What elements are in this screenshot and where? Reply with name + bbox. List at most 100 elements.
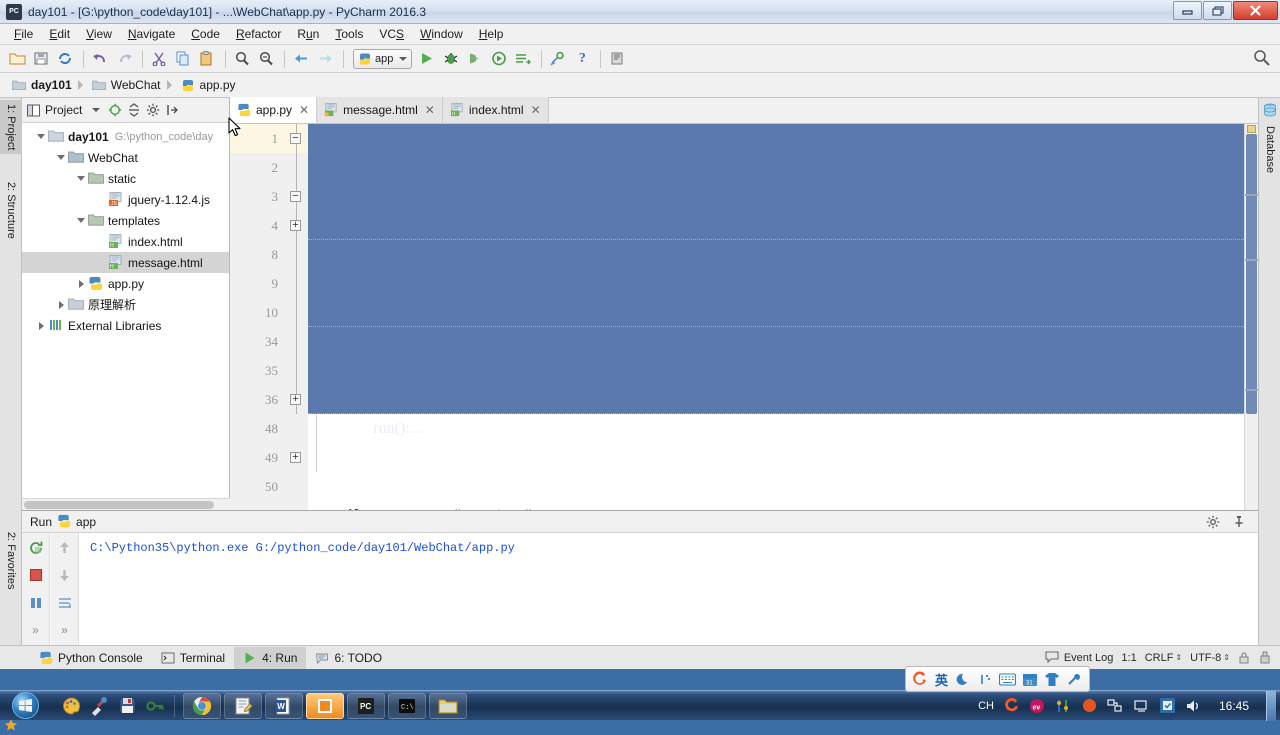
coverage-icon[interactable] — [464, 48, 486, 70]
twisty-collapsed[interactable] — [54, 294, 68, 315]
breadcrumb-item-day101[interactable]: day101 — [8, 75, 76, 96]
editor-gutter[interactable]: 1 2 3 4 8 9 10 34 35 36 48 49 50 − − + +… — [230, 124, 308, 510]
save-icon[interactable] — [116, 695, 138, 717]
file-encoding[interactable]: UTF-8 ⇕ — [1190, 652, 1230, 664]
code-text-area[interactable]: import tornado.web import tornado.ioloop… — [308, 124, 1258, 510]
ime-mode-label[interactable]: 英 — [933, 671, 950, 688]
hide-panel-icon[interactable] — [163, 101, 181, 119]
redo-icon[interactable] — [113, 48, 135, 70]
soft-wrap-icon[interactable] — [54, 592, 76, 614]
undo-icon[interactable] — [89, 48, 111, 70]
windows-start-icon[interactable] — [2, 691, 48, 721]
gear-icon[interactable] — [1202, 511, 1224, 533]
collapse-all-icon[interactable] — [125, 101, 143, 119]
settings-icon[interactable] — [547, 48, 569, 70]
forward-icon[interactable] — [314, 48, 336, 70]
tab-message-html[interactable]: message.html ✕ — [317, 97, 443, 123]
hector-icon[interactable] — [1258, 651, 1272, 665]
tab-python-console[interactable]: Python Console — [30, 647, 152, 669]
code-line[interactable]: users = set() — [308, 269, 1258, 321]
menu-window[interactable]: Window — [412, 25, 471, 43]
tab-terminal[interactable]: Terminal — [152, 647, 234, 669]
tab-index-html[interactable]: H index.html ✕ — [442, 97, 549, 123]
debug-icon[interactable] — [440, 48, 462, 70]
close-icon[interactable]: ✕ — [531, 104, 541, 116]
explorer-taskbutton[interactable] — [429, 692, 467, 719]
notepad-taskbutton[interactable] — [224, 692, 262, 719]
code-line[interactable]: import tornado.websocket — [308, 182, 1258, 234]
monitor-icon[interactable] — [1133, 697, 1150, 714]
twisty-expanded[interactable] — [74, 168, 88, 189]
scrollbar-thumb[interactable] — [24, 501, 214, 509]
pycharm2-taskbutton[interactable]: PC — [347, 692, 385, 719]
keyboard-icon[interactable] — [999, 671, 1016, 688]
project-horizontal-scrollbar[interactable] — [22, 498, 230, 510]
vcs-update-icon[interactable] — [606, 48, 628, 70]
code-line[interactable]: class ChatHandler(tornado.websocket.WebS… — [308, 298, 1258, 350]
code-line[interactable]: class IndexHandler(tornado.web.RequestHa… — [308, 211, 1258, 263]
twisty-expanded[interactable] — [54, 147, 68, 168]
sogou-icon[interactable] — [1003, 697, 1020, 714]
menu-navigate[interactable]: Navigate — [120, 25, 183, 43]
twisty-collapsed[interactable] — [74, 273, 88, 294]
code-line[interactable] — [308, 356, 1258, 385]
skin-icon[interactable] — [1043, 671, 1060, 688]
word-taskbutton[interactable]: W — [265, 692, 303, 719]
sogou-logo-icon[interactable] — [911, 671, 928, 688]
tab-run[interactable]: 4: Run — [234, 646, 307, 669]
rerun-icon[interactable] — [25, 537, 47, 559]
replace-icon[interactable] — [255, 48, 277, 70]
menu-file[interactable]: File — [6, 25, 41, 43]
project-tree[interactable]: day101 G:\python_code\day WebChat static — [22, 123, 229, 498]
tool-icon[interactable] — [1055, 697, 1072, 714]
warning-marker[interactable] — [1247, 125, 1256, 133]
sidebar-item-favorites[interactable]: 2: Favorites — [0, 528, 22, 593]
code-line[interactable]: def run():... — [308, 385, 1258, 437]
minimize-button[interactable] — [1173, 1, 1202, 20]
sidebar-item-database[interactable]: Database — [1259, 122, 1280, 177]
code-line[interactable] — [308, 443, 1258, 472]
code-line[interactable] — [308, 327, 1258, 356]
menu-view[interactable]: View — [78, 25, 120, 43]
pin-icon[interactable] — [1228, 511, 1250, 533]
calendar-icon[interactable]: 31 — [1021, 671, 1038, 688]
gear-icon[interactable] — [144, 101, 162, 119]
close-icon[interactable]: ✕ — [299, 104, 309, 116]
run-console-output[interactable]: C:\Python35\python.exe G:/python_code/da… — [80, 533, 1258, 645]
chevron-down-icon[interactable] — [87, 101, 105, 119]
run-icon[interactable] — [416, 48, 438, 70]
profile-icon[interactable] — [488, 48, 510, 70]
search-everywhere-icon[interactable] — [1253, 49, 1270, 69]
maximize-button[interactable] — [1203, 1, 1232, 20]
menu-vcs[interactable]: VCS — [371, 25, 412, 43]
scroll-down-icon[interactable] — [54, 565, 76, 587]
cmd-taskbutton[interactable]: C:\ — [388, 692, 426, 719]
tree-row[interactable]: static — [22, 168, 229, 189]
tree-row[interactable]: 原理解析 — [22, 294, 229, 315]
code-line[interactable] — [308, 240, 1258, 269]
scrollbar-thumb[interactable] — [1246, 134, 1257, 414]
sidebar-item-structure[interactable]: 2: Structure — [0, 178, 22, 243]
locate-icon[interactable] — [106, 101, 124, 119]
code-line[interactable] — [308, 414, 1258, 443]
find-icon[interactable] — [231, 48, 253, 70]
line-separator[interactable]: CRLF ⇕ — [1145, 652, 1182, 664]
lock-icon[interactable] — [1238, 651, 1250, 664]
paint-icon[interactable] — [60, 695, 82, 717]
chevron-down-icon[interactable] — [399, 56, 408, 62]
tree-row[interactable]: External Libraries — [22, 315, 229, 336]
twisty-expanded[interactable] — [34, 126, 48, 147]
network-icon[interactable] — [1107, 697, 1124, 714]
tools-icon[interactable] — [1065, 671, 1082, 688]
sidebar-item-project[interactable]: 1: Project — [0, 100, 22, 155]
help-icon[interactable]: ? — [571, 48, 593, 70]
tree-row[interactable]: H index.html — [22, 231, 229, 252]
code-line[interactable]: if __name__ == "__main__": — [308, 472, 1258, 510]
menu-edit[interactable]: Edit — [41, 25, 78, 43]
breadcrumb-item-webchat[interactable]: WebChat — [88, 75, 165, 96]
twisty-expanded[interactable] — [74, 210, 88, 231]
language-indicator[interactable]: CH — [978, 697, 994, 714]
paste-icon[interactable] — [196, 48, 218, 70]
caret-position[interactable]: 1:1 — [1121, 652, 1136, 664]
twisty-collapsed[interactable] — [34, 315, 48, 336]
